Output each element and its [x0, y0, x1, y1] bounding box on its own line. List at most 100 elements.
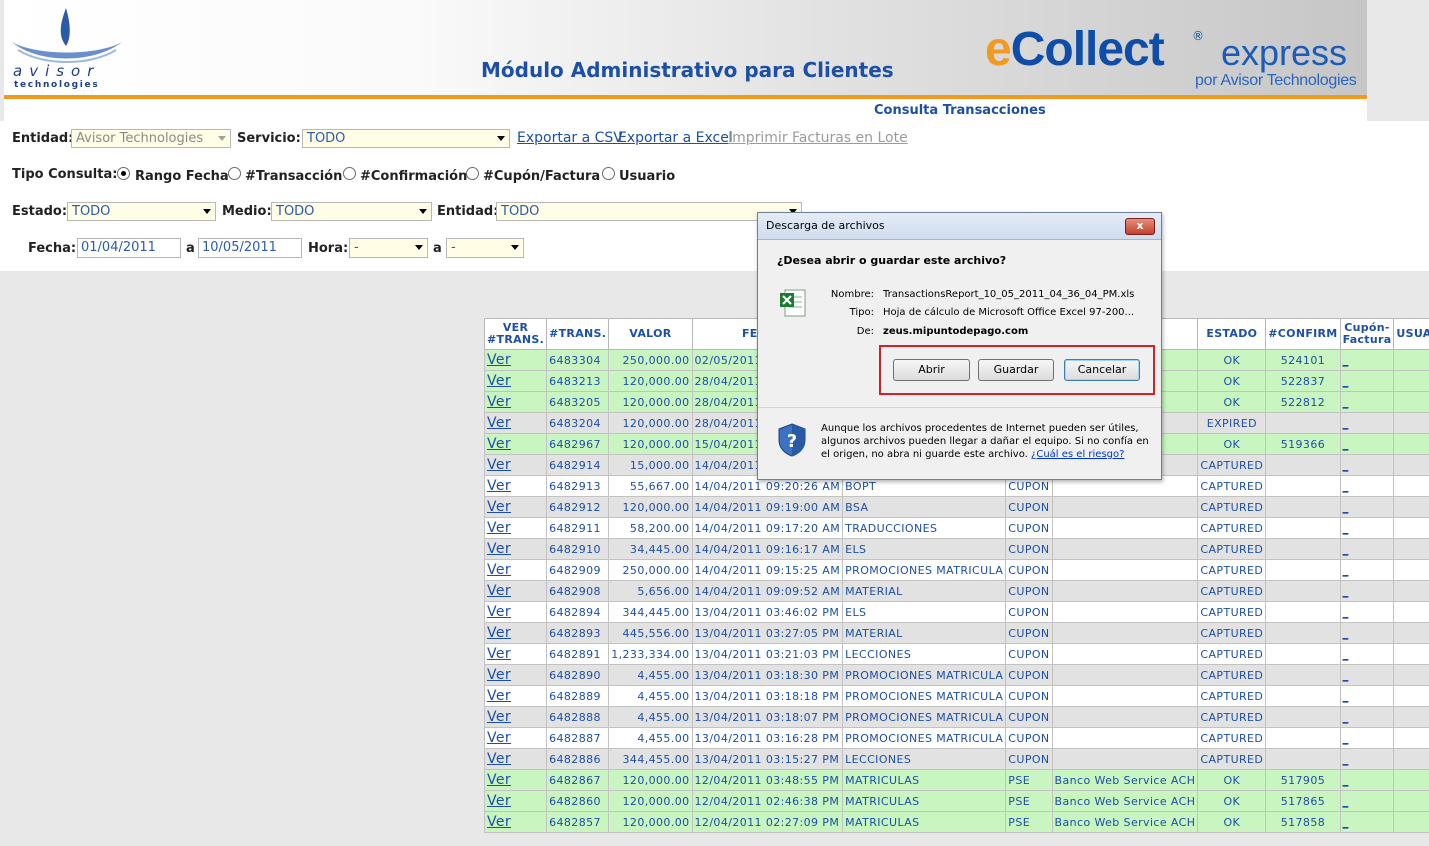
export-csv-link[interactable]: Exportar a CSV — [517, 130, 623, 146]
col-confirm[interactable]: #CONFIRM — [1265, 318, 1341, 350]
cupon-link[interactable]: _ — [1343, 669, 1349, 682]
cupon-link[interactable]: _ — [1343, 795, 1349, 808]
cupon-link[interactable]: _ — [1343, 459, 1349, 472]
radio-cupon-factura[interactable] — [466, 167, 479, 180]
col-estado[interactable]: ESTADO — [1197, 318, 1267, 350]
estado-select[interactable]: TODO — [67, 202, 216, 221]
cell-cupon: _ — [1339, 790, 1395, 812]
cupon-link[interactable]: _ — [1343, 648, 1349, 661]
ver-link[interactable]: Ver — [483, 559, 548, 581]
ver-link[interactable]: Ver — [483, 727, 548, 749]
col-cupon-factura[interactable]: Cupón-Factura — [1339, 318, 1395, 350]
ver-link[interactable]: Ver — [483, 769, 548, 791]
cupon-link[interactable]: _ — [1343, 627, 1349, 640]
col-ver[interactable]: VER #TRANS. — [483, 318, 548, 350]
radio-transaccion[interactable] — [228, 167, 241, 180]
cupon-link[interactable]: _ — [1343, 564, 1349, 577]
col-trans[interactable]: #TRANS. — [546, 318, 610, 350]
cupon-link[interactable]: _ — [1343, 480, 1349, 493]
cell-cupon: _ — [1339, 349, 1395, 371]
cupon-link[interactable]: _ — [1343, 585, 1349, 598]
cell-estado: OK — [1197, 790, 1267, 812]
logo-tagline: technologies — [14, 80, 100, 90]
ver-link[interactable]: Ver — [483, 412, 548, 434]
ver-link[interactable]: Ver — [483, 517, 548, 539]
col-usuario[interactable]: USUARIO — [1393, 318, 1429, 350]
radio-usuario[interactable] — [602, 167, 615, 180]
cell-cupon: _ — [1339, 643, 1395, 665]
cancel-button[interactable]: Cancelar — [1064, 359, 1140, 381]
ver-link[interactable]: Ver — [483, 643, 548, 665]
cupon-link[interactable]: _ — [1343, 732, 1349, 745]
cell-valor: 120,000.00 — [608, 412, 693, 434]
ver-link[interactable]: Ver — [483, 790, 548, 812]
cell-trans: 6482890 — [546, 664, 610, 686]
cell-estado: OK — [1197, 349, 1267, 371]
cupon-link[interactable]: _ — [1343, 375, 1349, 388]
ver-link[interactable]: Ver — [483, 580, 548, 602]
cupon-link[interactable]: _ — [1343, 543, 1349, 556]
cell-medio: CUPON — [1005, 706, 1053, 728]
cupon-link[interactable]: _ — [1343, 606, 1349, 619]
ver-link[interactable]: Ver — [483, 601, 548, 623]
cell-medio: CUPON — [1005, 517, 1053, 539]
ver-link[interactable]: Ver — [483, 370, 548, 392]
ver-link[interactable]: Ver — [483, 706, 548, 728]
ver-link[interactable]: Ver — [483, 685, 548, 707]
cupon-link[interactable]: _ — [1343, 690, 1349, 703]
cupon-link[interactable]: _ — [1343, 417, 1349, 430]
medio-select[interactable]: TODO — [271, 202, 432, 221]
ver-link[interactable]: Ver — [483, 496, 548, 518]
entidad-select[interactable]: Avisor Technologies — [71, 129, 231, 148]
ver-link[interactable]: Ver — [483, 391, 548, 413]
cell-trans: 6483213 — [546, 370, 610, 392]
radio-rango-fecha[interactable] — [117, 167, 130, 180]
cell-usuario — [1393, 811, 1429, 833]
cupon-link[interactable]: _ — [1343, 816, 1349, 829]
col-valor[interactable]: VALOR — [608, 318, 693, 350]
cell-medio: PSE — [1005, 769, 1053, 791]
cupon-link[interactable]: _ — [1343, 501, 1349, 514]
cupon-link[interactable]: _ — [1343, 438, 1349, 451]
radio-transaccion-label: #Transacción — [245, 169, 343, 184]
ver-link[interactable]: Ver — [483, 664, 548, 686]
export-excel-link[interactable]: Exportar a Excel — [618, 130, 733, 146]
cell-descripcion: MATRICULAS — [842, 769, 1007, 791]
cupon-link[interactable]: _ — [1343, 522, 1349, 535]
cupon-link[interactable]: _ — [1343, 774, 1349, 787]
servicio-select[interactable]: TODO — [302, 129, 510, 148]
dialog-titlebar[interactable]: Descarga de archivos x — [758, 213, 1161, 240]
ver-link[interactable]: Ver — [483, 433, 548, 455]
cell-medio: CUPON — [1005, 580, 1053, 602]
cell-confirm: 517905 — [1265, 769, 1341, 791]
hora-to-select[interactable]: - — [446, 238, 524, 258]
ver-link[interactable]: Ver — [483, 475, 548, 497]
hora-from-select[interactable]: - — [349, 238, 428, 258]
cell-fecha: 13/04/2011 03:15:27 PM — [691, 748, 844, 770]
ver-link[interactable]: Ver — [483, 349, 548, 371]
fecha-from-input[interactable]: 01/04/2011 — [77, 238, 181, 258]
risk-link[interactable]: ¿Cuál es el riesgo? — [1031, 449, 1124, 460]
cupon-link[interactable]: _ — [1343, 396, 1349, 409]
print-invoices-link[interactable]: Imprimir Facturas en Lote — [728, 130, 908, 146]
fecha-to-input[interactable]: 10/05/2011 — [198, 238, 302, 258]
cell-cupon: _ — [1339, 559, 1395, 581]
ver-link[interactable]: Ver — [483, 811, 548, 833]
close-icon[interactable]: x — [1125, 218, 1155, 235]
cell-fecha: 14/04/2011 09:17:20 AM — [691, 517, 844, 539]
ver-link[interactable]: Ver — [483, 622, 548, 644]
ver-link[interactable]: Ver — [483, 748, 548, 770]
ver-link[interactable]: Ver — [483, 538, 548, 560]
cell-medio: CUPON — [1005, 685, 1053, 707]
radio-confirmacion[interactable] — [343, 167, 356, 180]
cupon-link[interactable]: _ — [1343, 354, 1349, 367]
cupon-link[interactable]: _ — [1343, 711, 1349, 724]
cupon-link[interactable]: _ — [1343, 753, 1349, 766]
save-button[interactable]: Guardar — [978, 359, 1054, 381]
cell-confirm: 522812 — [1265, 391, 1341, 413]
cell-estado: CAPTURED — [1197, 643, 1267, 665]
cell-valor: 120,000.00 — [608, 790, 693, 812]
cell-cupon: _ — [1339, 622, 1395, 644]
open-button[interactable]: Abrir — [893, 359, 970, 381]
ver-link[interactable]: Ver — [483, 454, 548, 476]
